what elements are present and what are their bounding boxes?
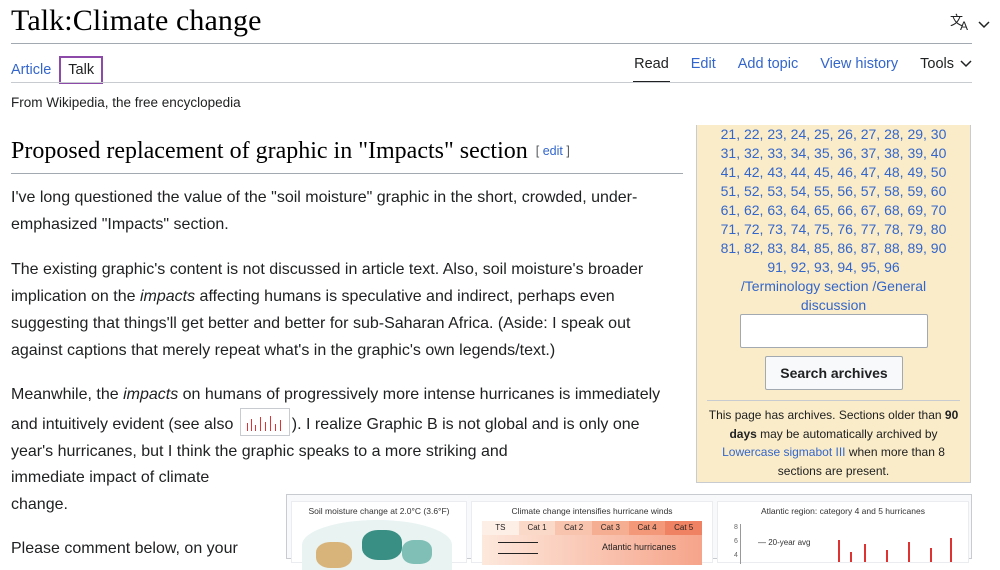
category-4-5-graphic[interactable]: Atlantic region: category 4 and 5 hurric… (717, 501, 969, 564)
tab-article[interactable]: Article (11, 62, 51, 78)
tab-talk[interactable]: Talk (59, 56, 104, 84)
archive-note-text-b: may be automatically archived by (756, 426, 938, 441)
hurricane-count-bar (864, 544, 866, 562)
archive-line[interactable]: 41, 42, 43, 44, 45, 46, 47, 48, 49, 50 (697, 163, 970, 182)
archive-line[interactable]: /Terminology section /General (697, 277, 970, 296)
category-label: Cat 4 (628, 521, 666, 535)
hurricane-count-bar (838, 540, 840, 562)
tools-label: Tools (920, 56, 954, 72)
archive-note-text-a: This page has archives. Sections older t… (708, 408, 945, 422)
paragraph-1: I've long questioned the value of the "s… (11, 189, 638, 233)
y-axis (740, 524, 741, 564)
tab-read[interactable]: Read (633, 56, 670, 83)
tab-view-history[interactable]: View history (820, 56, 898, 72)
graphic-legend: — 20-year avg (758, 538, 811, 547)
archive-line[interactable]: 81, 82, 83, 84, 85, 86, 87, 88, 89, 90 (697, 239, 970, 258)
graphic-caption: Climate change intensifies hurricane win… (511, 506, 673, 516)
tabs-divider (11, 82, 972, 83)
hurricane-winds-graphic[interactable]: Climate change intensifies hurricane win… (471, 501, 713, 565)
hurricane-count-bar (908, 542, 910, 562)
chevron-down-icon[interactable] (978, 16, 990, 34)
y-tick-label: 4 (734, 552, 738, 559)
archive-line[interactable]: 21, 22, 23, 24, 25, 26, 27, 28, 29, 30 (697, 125, 970, 144)
soil-moisture-graphic[interactable]: Soil moisture change at 2.0°C (3.6°F) (291, 501, 467, 570)
graphic-caption: Soil moisture change at 2.0°C (3.6°F) (308, 506, 450, 516)
namespace-tabs: Article Talk (11, 56, 104, 84)
graphic-gallery: Soil moisture change at 2.0°C (3.6°F) Cl… (286, 494, 972, 570)
section-heading: Proposed replacement of graphic in "Impa… (11, 138, 570, 165)
archive-note: This page has archives. Sections older t… (705, 406, 962, 480)
category-bar: TS Cat 1 Cat 2 Cat 3 Cat 4 Cat 5 (482, 521, 703, 535)
site-tagline: From Wikipedia, the free encyclopedia (11, 95, 241, 110)
hurricane-count-bar (850, 552, 852, 562)
archive-line[interactable]: discussion (697, 296, 970, 315)
hurricane-count-bar (930, 548, 932, 562)
archive-search-input[interactable] (740, 314, 928, 348)
world-map-image (302, 520, 452, 570)
section-heading-text: Proposed replacement of graphic in "Impa… (11, 138, 528, 164)
hurricane-count-bar (886, 550, 888, 562)
shift-arrows (498, 542, 538, 554)
band-label: Atlantic hurricanes (602, 542, 677, 552)
paragraph-3-continued: immediate impact of climate (11, 469, 210, 486)
tools-menu[interactable]: Tools (920, 56, 972, 72)
tab-add-topic[interactable]: Add topic (738, 56, 798, 72)
tab-edit[interactable]: Edit (691, 56, 716, 72)
svg-text:A: A (960, 19, 968, 31)
archive-line[interactable]: 71, 72, 73, 74, 75, 76, 77, 78, 79, 80 (697, 220, 970, 239)
search-archives-button[interactable]: Search archives (765, 356, 903, 390)
translate-icon[interactable]: 文A (950, 13, 972, 36)
paragraph-3: Meanwhile, the impacts on humans of prog… (11, 381, 683, 465)
y-tick-label: 6 (734, 538, 738, 545)
edit-bracket-close: ] (562, 144, 570, 158)
archive-line[interactable]: 31, 32, 33, 34, 35, 36, 37, 38, 39, 40 (697, 144, 970, 163)
graphic-caption: Atlantic region: category 4 and 5 hurric… (761, 506, 925, 516)
section-edit-link: [ edit ] (536, 144, 570, 158)
category-label: Cat 2 (555, 521, 593, 535)
paragraph-3-emphasis: impacts (123, 386, 179, 403)
archive-box: 21, 22, 23, 24, 25, 26, 27, 28, 29, 30 3… (696, 125, 971, 483)
category-label: Cat 5 (665, 521, 703, 535)
page-title: Talk:Climate change (11, 4, 262, 37)
chevron-down-icon (960, 56, 972, 72)
archive-line[interactable]: 61, 62, 63, 64, 65, 66, 67, 68, 69, 70 (697, 201, 970, 220)
paragraph-2: The existing graphic's content is not di… (11, 256, 683, 364)
archive-bot-link[interactable]: Lowercase sigmabot III (722, 445, 845, 459)
edit-bracket-open: [ (535, 144, 543, 158)
hurricane-count-bar (950, 538, 952, 562)
archive-divider (707, 400, 960, 401)
section-divider (11, 173, 683, 174)
archive-line[interactable]: 51, 52, 53, 54, 55, 56, 57, 58, 59, 60 (697, 182, 970, 201)
category-label: Cat 3 (592, 521, 629, 535)
hurricane-thumbnail[interactable] (239, 408, 290, 436)
paragraph-3-text-a: Meanwhile, the (11, 386, 124, 403)
paragraph-2-emphasis: impacts (139, 288, 196, 305)
y-tick-label: 8 (734, 524, 738, 531)
archive-line[interactable]: 91, 92, 93, 94, 95, 96 (697, 258, 970, 277)
category-label: TS (482, 521, 519, 535)
category-label: Cat 1 (518, 521, 556, 535)
edit-section-link[interactable]: edit (543, 144, 563, 158)
title-divider (11, 43, 972, 44)
view-tabs: Read Edit Add topic View history Tools (633, 56, 972, 83)
archive-links: 21, 22, 23, 24, 25, 26, 27, 28, 29, 30 3… (697, 125, 970, 315)
